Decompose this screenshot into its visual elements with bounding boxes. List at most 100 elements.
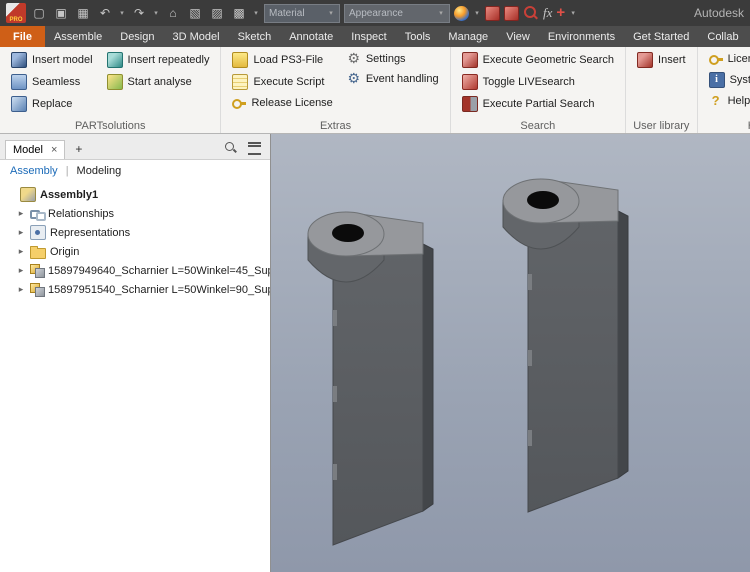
- tab-inspect[interactable]: Inspect: [342, 26, 395, 47]
- button-label: Toggle LIVEsearch: [483, 76, 575, 88]
- expand-chevron-icon[interactable]: ▸: [16, 265, 26, 276]
- tab-assemble[interactable]: Assemble: [45, 26, 111, 47]
- more-dropdown-caret[interactable]: ▾: [569, 9, 577, 17]
- render-dropdown-caret[interactable]: ▾: [473, 9, 481, 17]
- tab-manage[interactable]: Manage: [439, 26, 497, 47]
- button-label: System info/Sup: [730, 74, 750, 86]
- licenses-key-icon: [709, 52, 723, 66]
- execute-geometric-search-button[interactable]: Execute Geometric Search: [459, 51, 617, 69]
- help-button[interactable]: Help: [706, 93, 750, 109]
- display-dropdown-caret[interactable]: ▾: [252, 9, 260, 17]
- replace-button[interactable]: Replace: [8, 95, 96, 113]
- expand-chevron-icon[interactable]: ▸: [16, 246, 26, 257]
- model-panel-tab[interactable]: Model ×: [5, 140, 65, 159]
- livesearch-icon: [462, 74, 478, 90]
- save-icon[interactable]: [74, 1, 92, 25]
- tab-3d-model[interactable]: 3D Model: [164, 26, 229, 47]
- hamburger-menu-icon[interactable]: [248, 142, 261, 155]
- subtab-assembly[interactable]: Assembly: [10, 165, 58, 177]
- execute-script-icon: [232, 74, 248, 90]
- expand-chevron-icon[interactable]: ▸: [16, 227, 26, 238]
- seamless-icon: [11, 74, 27, 90]
- execute-script-button[interactable]: Execute Script: [229, 73, 335, 91]
- group-label-search: Search: [451, 120, 625, 132]
- add-panel-tab-button[interactable]: +: [68, 139, 89, 159]
- start-analyse-button[interactable]: Start analyse: [104, 73, 213, 91]
- button-label: Replace: [32, 98, 72, 110]
- tab-collaborate[interactable]: Collab: [698, 26, 747, 47]
- search-icon[interactable]: [224, 141, 238, 155]
- model-panel-tab-label: Model: [13, 144, 43, 156]
- seamless-button[interactable]: Seamless: [8, 73, 96, 91]
- redo-dropdown-caret[interactable]: ▾: [152, 9, 160, 17]
- browser-tab-bar: Model × +: [0, 134, 270, 160]
- execute-partial-search-button[interactable]: Execute Partial Search: [459, 95, 617, 113]
- livesearch-icon[interactable]: [523, 5, 539, 21]
- licenses-button[interactable]: Licenses: [706, 51, 750, 67]
- group-search: Execute Geometric Search Toggle LIVEsear…: [451, 47, 626, 133]
- open-folder-icon[interactable]: [52, 1, 70, 25]
- presentation-icon[interactable]: [230, 1, 248, 25]
- tab-file[interactable]: File: [0, 26, 45, 47]
- close-icon[interactable]: ×: [51, 145, 57, 155]
- appearance-combo[interactable]: Appearance ▾: [344, 4, 450, 23]
- tree-item-part-winkel45[interactable]: ▸ 15897949640_Scharnier L=50Winkel=45_Su…: [0, 261, 270, 280]
- settings-button[interactable]: Settings: [344, 51, 442, 67]
- insert-user-library-button[interactable]: Insert: [634, 51, 689, 69]
- tab-view[interactable]: View: [497, 26, 539, 47]
- button-label: Insert model: [32, 54, 93, 66]
- tree-item-representations[interactable]: ▸ Representations: [0, 223, 270, 242]
- hinge-hole: [332, 224, 364, 242]
- tree-item-part-winkel90[interactable]: ▸ 15897951540_Scharnier L=50Winkel=90_Su…: [0, 280, 270, 299]
- chevron-down-icon: ▾: [327, 9, 335, 17]
- model-state-icon[interactable]: [186, 1, 204, 25]
- group-help: Licenses System info/Sup Help Help: [698, 47, 750, 133]
- toggle-livesearch-button[interactable]: Toggle LIVEsearch: [459, 73, 617, 91]
- button-label: Insert: [658, 54, 686, 66]
- insert-repeatedly-button[interactable]: Insert repeatedly: [104, 51, 213, 69]
- render-sphere-icon[interactable]: [454, 6, 469, 21]
- app-logo[interactable]: PRO: [6, 3, 26, 23]
- tree-item-label: Assembly1: [40, 189, 98, 201]
- tab-environments[interactable]: Environments: [539, 26, 624, 47]
- expand-chevron-icon[interactable]: ▸: [16, 208, 26, 219]
- hinge-hole: [527, 191, 559, 209]
- viewport-3d[interactable]: [271, 134, 750, 572]
- tree-item-origin[interactable]: ▸ Origin: [0, 242, 270, 261]
- insert-model-icon: [11, 52, 27, 68]
- material-combo[interactable]: Material ▾: [264, 4, 340, 23]
- tree-item-label: 15897949640_Scharnier L=50Winkel=45_Supp…: [48, 265, 270, 277]
- tab-sketch[interactable]: Sketch: [229, 26, 281, 47]
- new-file-icon[interactable]: [30, 1, 48, 25]
- relationships-icon: [30, 207, 44, 220]
- button-label: Insert repeatedly: [128, 54, 210, 66]
- hinge-model-winkel90[interactable]: [503, 179, 628, 512]
- insert-model-button[interactable]: Insert model: [8, 51, 96, 69]
- event-handling-gear-icon: [347, 72, 361, 86]
- fx-parameters-icon[interactable]: fx: [543, 5, 552, 21]
- event-handling-button[interactable]: Event handling: [344, 71, 442, 87]
- release-license-button[interactable]: Release License: [229, 95, 335, 111]
- redo-icon[interactable]: [130, 1, 148, 25]
- display-icon[interactable]: [208, 1, 226, 25]
- tab-get-started[interactable]: Get Started: [624, 26, 698, 47]
- expand-chevron-icon[interactable]: ▸: [16, 284, 26, 295]
- undo-dropdown-caret[interactable]: ▾: [118, 9, 126, 17]
- home-icon[interactable]: [164, 1, 182, 25]
- geometric-search-cube-icon[interactable]: [485, 6, 500, 21]
- tree-item-relationships[interactable]: ▸ Relationships: [0, 204, 270, 223]
- subtab-modeling[interactable]: Modeling: [77, 165, 122, 177]
- add-icon[interactable]: +: [556, 5, 565, 21]
- undo-icon[interactable]: [96, 1, 114, 25]
- part-icon: [30, 264, 44, 277]
- hinge-model-winkel45[interactable]: [308, 212, 433, 545]
- tree-item-assembly1[interactable]: Assembly1: [0, 185, 270, 204]
- tab-annotate[interactable]: Annotate: [280, 26, 342, 47]
- system-info-button[interactable]: System info/Sup: [706, 71, 750, 89]
- partial-search-cube-icon[interactable]: [504, 6, 519, 21]
- tab-tools[interactable]: Tools: [396, 26, 440, 47]
- tab-design[interactable]: Design: [111, 26, 163, 47]
- group-label-extras: Extras: [221, 120, 449, 132]
- button-label: Licenses: [728, 53, 750, 65]
- load-ps3-file-button[interactable]: Load PS3-File: [229, 51, 335, 69]
